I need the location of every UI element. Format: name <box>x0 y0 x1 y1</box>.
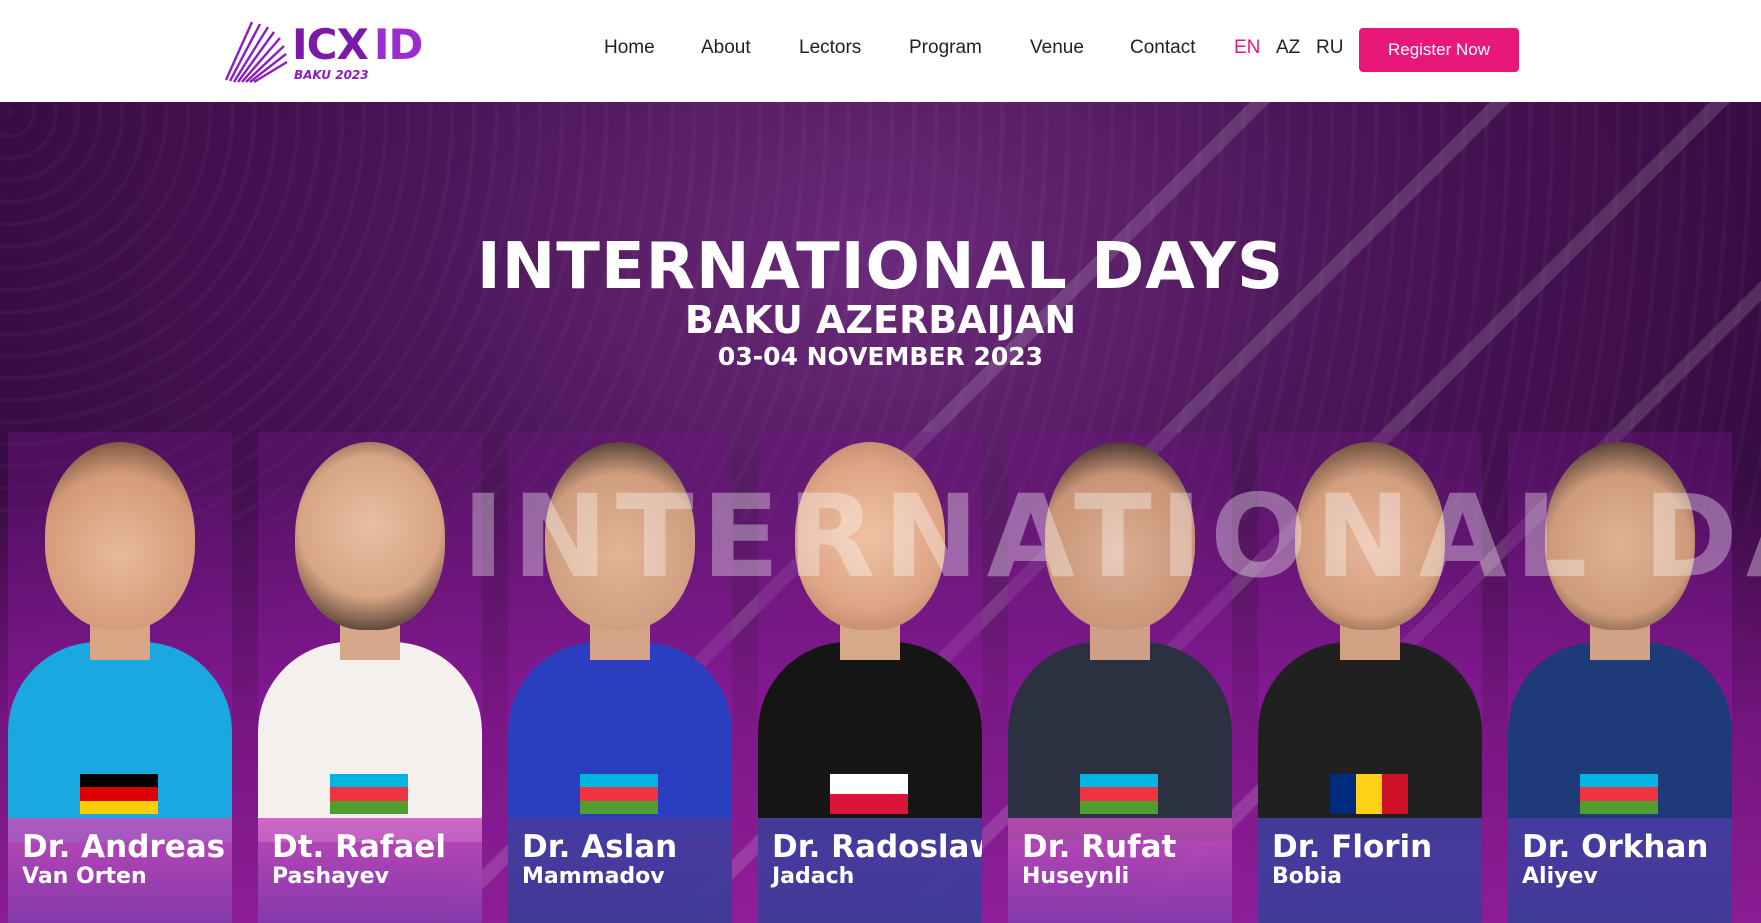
speaker-last-name: Pashayev <box>272 864 389 889</box>
hero-dates: 03-04 NOVEMBER 2023 <box>717 342 1044 371</box>
speaker-first-name: Dr. Orkhan <box>1522 829 1709 865</box>
speaker-last-name: Jadach <box>772 864 855 889</box>
speaker-last-name: Mammadov <box>522 864 665 889</box>
speaker-face <box>45 442 195 630</box>
az-flag-icon <box>1580 774 1658 814</box>
nav-link-lectors[interactable]: Lectors <box>799 37 861 59</box>
speaker-first-name: Dr. Andreas <box>22 829 226 865</box>
speaker-last-name: Van Orten <box>22 864 147 889</box>
ro-flag-icon <box>1330 774 1408 814</box>
register-now-button[interactable]: Register Now <box>1359 28 1519 72</box>
speaker-first-name: Dr. Radoslaw <box>772 829 982 865</box>
hero-watermark-text: INTERNATIONAL DAYS <box>462 470 1761 603</box>
language-ru[interactable]: RU <box>1316 37 1343 59</box>
nav-link-contact[interactable]: Contact <box>1130 37 1195 59</box>
speaker-last-name: Bobia <box>1272 864 1343 889</box>
speaker-first-name: Dt. Rafael <box>272 829 446 865</box>
language-az[interactable]: AZ <box>1276 37 1300 59</box>
logo-subtitle: BAKU 2023 <box>294 68 369 82</box>
speaker-first-name: Dr. Aslan <box>522 829 678 865</box>
nav-link-home[interactable]: Home <box>604 37 655 59</box>
de-flag-icon <box>80 774 158 814</box>
hero-banner: INTERNATIONAL DAYS BAKU AZERBAIJAN 03-04… <box>0 102 1761 923</box>
nav-link-venue[interactable]: Venue <box>1030 37 1084 59</box>
hero-title: INTERNATIONAL DAYS <box>476 230 1285 304</box>
top-navigation: ICX ID BAKU 2023 Home About Lectors Progr… <box>0 0 1761 102</box>
az-flag-icon <box>580 774 658 814</box>
language-en[interactable]: EN <box>1234 37 1260 59</box>
speaker-first-name: Dr. Rufat <box>1022 829 1177 865</box>
nav-link-program[interactable]: Program <box>909 37 982 59</box>
az-flag-icon <box>330 774 408 814</box>
speaker-card[interactable]: Dr. Andreas Van Orten <box>8 432 232 923</box>
hero-subtitle: BAKU AZERBAIJAN <box>684 298 1077 342</box>
nav-link-about[interactable]: About <box>701 37 751 59</box>
speaker-last-name: Aliyev <box>1522 864 1598 889</box>
speaker-face <box>295 442 445 630</box>
speaker-first-name: Dr. Florin <box>1272 829 1433 865</box>
az-flag-icon <box>1080 774 1158 814</box>
pl-flag-icon <box>830 774 908 814</box>
speaker-card[interactable]: Dt. Rafael Pashayev <box>258 432 482 923</box>
speaker-last-name: Huseynli <box>1022 864 1130 889</box>
